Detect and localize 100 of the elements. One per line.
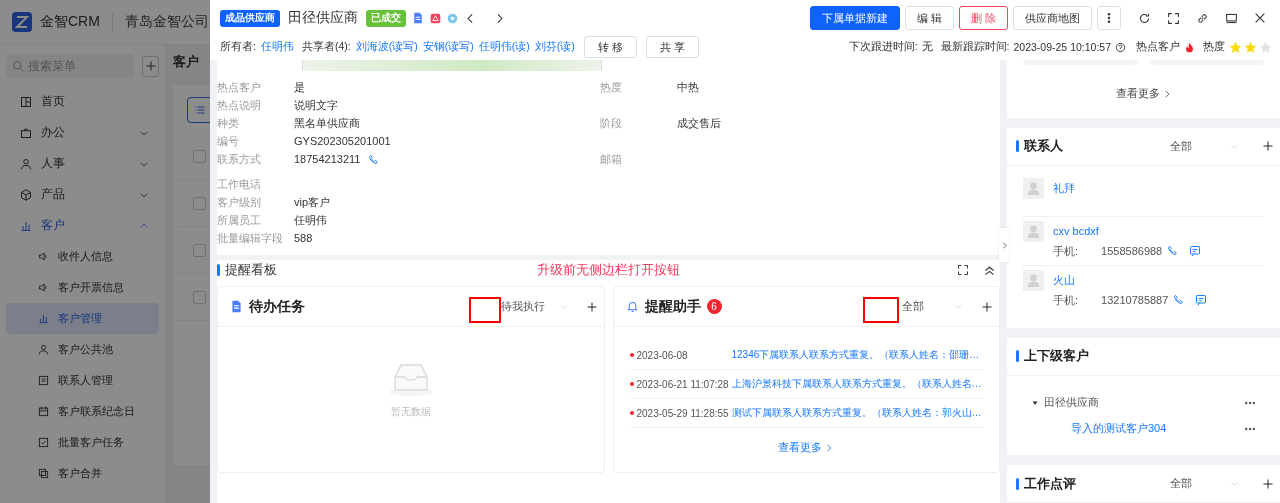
- checkbox-icon: [38, 437, 49, 448]
- panel-title: 提醒助手: [644, 297, 701, 316]
- delete-button[interactable]: 删 除: [958, 6, 1008, 30]
- add-button[interactable]: [981, 300, 993, 313]
- status-dot: [629, 353, 634, 357]
- filter-dropdown[interactable]: 全部: [902, 299, 963, 314]
- sharer-link[interactable]: 任明伟(读): [478, 40, 530, 54]
- menu-item[interactable]: 联系人管理: [6, 365, 159, 396]
- reminder-link[interactable]: 上海沪景科技下属联系人联系方式重复。（联系人姓名…: [731, 377, 982, 391]
- fire-icon: [1184, 41, 1195, 53]
- message-icon: [1189, 244, 1202, 257]
- menu-item[interactable]: 客户公共池: [6, 334, 159, 365]
- type-tag: 成品供应商: [220, 9, 280, 27]
- message-button[interactable]: [1195, 293, 1208, 306]
- message-button[interactable]: [1189, 244, 1202, 257]
- monitor-icon: [1224, 11, 1238, 25]
- collapse-icon: [983, 263, 996, 277]
- call-button[interactable]: [1173, 294, 1185, 306]
- refresh-icon: [1137, 11, 1151, 25]
- phone-icon: [1167, 245, 1179, 257]
- sharers-label: 共享者(4):: [301, 40, 351, 54]
- checkbox[interactable]: [193, 290, 206, 304]
- field-label: 客户级别: [217, 195, 262, 210]
- plus-icon: [981, 300, 993, 313]
- card-title: 工作点评: [1024, 474, 1076, 493]
- menu-item[interactable]: 客户管理: [6, 303, 159, 334]
- filter-dropdown[interactable]: 全部: [1170, 476, 1239, 491]
- action-button[interactable]: 编 辑: [904, 6, 954, 30]
- chevron-down-icon: [558, 302, 568, 311]
- card-title: 联系人: [1024, 137, 1063, 156]
- phone-label: 手机:: [1053, 243, 1079, 259]
- view-more-link[interactable]: 查看更多: [1115, 86, 1172, 101]
- briefcase-icon: [20, 126, 32, 139]
- bell-icon: [625, 300, 639, 313]
- menu-item[interactable]: 客户合并: [6, 458, 159, 489]
- avatar-icon: [1023, 177, 1044, 199]
- menu-item[interactable]: 收件人信息: [6, 241, 159, 272]
- chart-icon: [38, 313, 49, 324]
- logo-icon: [12, 12, 32, 32]
- last-track-value: 2023-09-25 10:10:57: [1013, 41, 1111, 53]
- field-label: 工作电话: [217, 177, 262, 192]
- help-icon: [1115, 41, 1126, 53]
- hot-label: 热点客户: [1136, 40, 1180, 54]
- menu-item[interactable]: 产品: [6, 179, 159, 210]
- contact-name-link[interactable]: 礼拜: [1053, 181, 1075, 194]
- menu-item[interactable]: 客户联系纪念日: [6, 396, 159, 427]
- field-value: 588: [294, 231, 313, 246]
- contact-name-link[interactable]: cxv bcdxf: [1053, 224, 1099, 237]
- sharer-link[interactable]: 刘海波(读写): [355, 40, 418, 54]
- fullscreen-button[interactable]: [957, 263, 969, 277]
- create-button[interactable]: 下属单据新建: [809, 6, 900, 30]
- field-value: 成交售后: [677, 116, 721, 131]
- chart-icon: [20, 219, 32, 232]
- tree-link[interactable]: 导入的测试客户304: [1071, 421, 1167, 437]
- owner-link[interactable]: 任明伟: [260, 40, 294, 54]
- menu-item[interactable]: 客户: [6, 210, 159, 241]
- action-button[interactable]: 共 享: [645, 36, 699, 58]
- menu-item[interactable]: 客户开票信息: [6, 272, 159, 303]
- star-icon: [1229, 40, 1242, 54]
- contact-name-link[interactable]: 火山: [1053, 273, 1075, 286]
- reminder-link[interactable]: 12346下属联系人联系方式重复。（联系人姓名：邵珊…: [731, 348, 980, 362]
- star-icon: [1244, 40, 1257, 54]
- collapse-button[interactable]: [983, 263, 996, 277]
- menu-item[interactable]: 首页: [6, 86, 159, 117]
- copy-icon: [38, 468, 49, 479]
- grid-icon: [20, 95, 32, 108]
- sharer-link[interactable]: 刘芬(读): [534, 40, 575, 54]
- tree-node[interactable]: 田径供应商: [1044, 395, 1099, 411]
- circle-icon: [447, 12, 458, 24]
- menu-item[interactable]: 人事: [6, 148, 159, 179]
- call-button[interactable]: [1167, 245, 1179, 257]
- add-button[interactable]: [1262, 477, 1274, 490]
- view-more-link[interactable]: 查看更多: [778, 440, 835, 455]
- field-value: 黑名单供应商: [294, 116, 360, 131]
- checkbox[interactable]: [193, 243, 206, 257]
- chevron-down-icon: [1230, 479, 1239, 488]
- reminder-link[interactable]: 测试下属联系人联系方式重复。（联系人姓名：郭火山…: [731, 406, 982, 420]
- reminder-time: 2023-06-21 11:07:28: [636, 378, 730, 390]
- action-button[interactable]: 供应商地图: [1013, 6, 1092, 30]
- checkbox[interactable]: [193, 149, 206, 163]
- action-button[interactable]: 转 移: [583, 36, 637, 58]
- add-button[interactable]: [585, 300, 598, 313]
- sharer-link[interactable]: 安钢(读写): [422, 40, 474, 54]
- field-label: 热点客户: [217, 80, 262, 95]
- menu-item[interactable]: 批量客户任务: [6, 427, 159, 458]
- field-label: 批量编辑字段: [217, 231, 284, 246]
- warning-icon: [430, 12, 441, 24]
- fullscreen-icon: [957, 264, 969, 276]
- checkbox[interactable]: [193, 196, 206, 210]
- menu-item[interactable]: 办公: [6, 117, 159, 148]
- plus-icon: [1262, 477, 1274, 490]
- add-button[interactable]: [1262, 140, 1274, 153]
- filter-dropdown[interactable]: 待我执行: [500, 299, 568, 314]
- phone-icon: [1173, 294, 1185, 306]
- phone-number: 1558586988: [1101, 243, 1163, 259]
- owner-label: 所有者:: [220, 40, 256, 54]
- sidebar-toggle-button[interactable]: [999, 228, 1009, 262]
- field-label: 所属员工: [217, 213, 262, 228]
- filter-dropdown[interactable]: 全部: [1170, 138, 1239, 154]
- person-icon: [38, 344, 49, 355]
